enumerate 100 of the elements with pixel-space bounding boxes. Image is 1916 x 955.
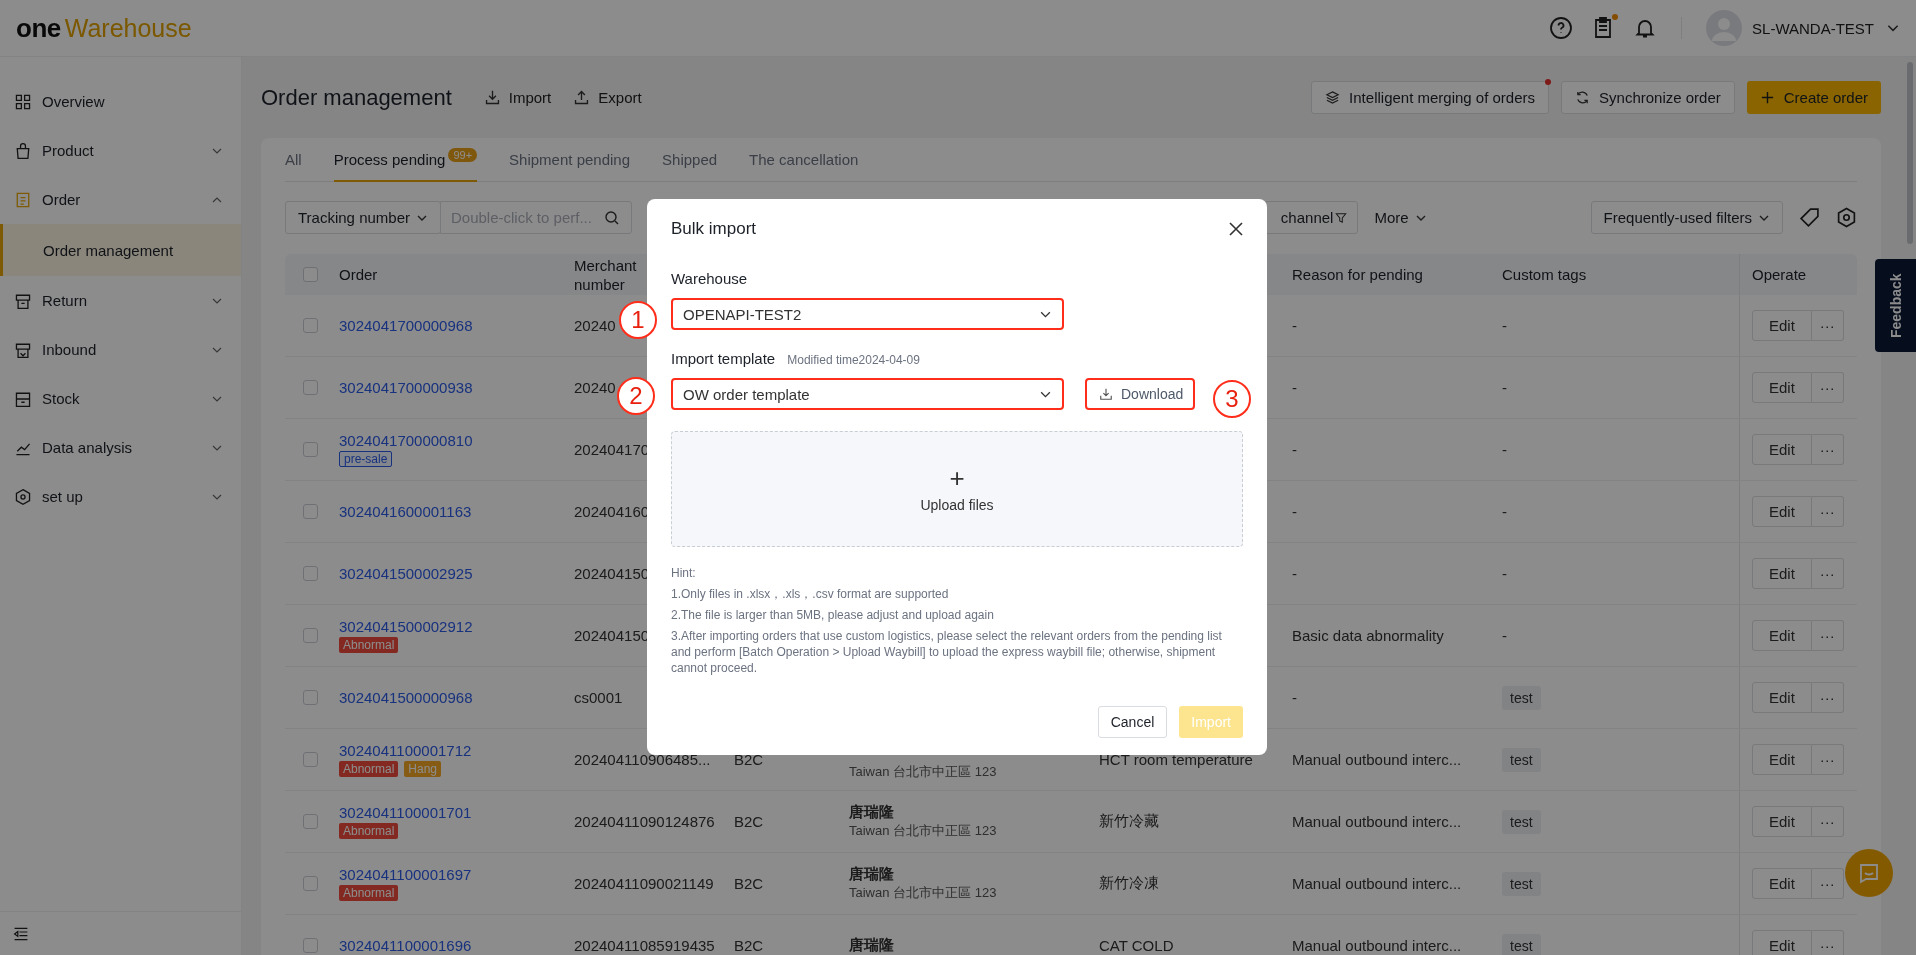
order-link[interactable]: 3024041700000810 bbox=[339, 432, 473, 449]
more-button[interactable]: ··· bbox=[1811, 372, 1844, 403]
order-link[interactable]: 3024041500002912 bbox=[339, 618, 473, 635]
nav-item[interactable]: Return bbox=[0, 276, 241, 325]
download-button[interactable]: Download bbox=[1085, 378, 1196, 410]
close-icon[interactable] bbox=[1228, 221, 1244, 237]
table-cell: 20240 bbox=[574, 317, 616, 334]
settings-icon[interactable] bbox=[1836, 207, 1857, 228]
frequent-filters-select[interactable]: Frequently-used filters bbox=[1590, 201, 1783, 234]
upload-icon bbox=[573, 89, 591, 106]
more-button[interactable]: ··· bbox=[1811, 930, 1844, 955]
chat-icon bbox=[1857, 861, 1881, 885]
import-button[interactable]: Import bbox=[483, 89, 552, 106]
edit-button[interactable]: Edit bbox=[1752, 868, 1812, 899]
create-order-button[interactable]: Create order bbox=[1746, 81, 1881, 114]
nav-subitem[interactable]: Order management bbox=[0, 224, 241, 276]
tab[interactable]: All bbox=[285, 138, 302, 182]
order-link[interactable]: 3024041700000968 bbox=[339, 317, 473, 334]
layers-icon bbox=[1325, 90, 1341, 105]
edit-button[interactable]: Edit bbox=[1752, 310, 1812, 341]
more-button[interactable]: ··· bbox=[1811, 434, 1844, 465]
collapse-icon[interactable] bbox=[13, 925, 29, 942]
checkbox[interactable] bbox=[302, 814, 318, 829]
synchronize-button[interactable]: Synchronize order bbox=[1561, 81, 1735, 114]
hint-text: 1.Only files in .xlsx，.xls，.csv format are supported bbox=[671, 586, 950, 602]
edit-button[interactable]: Edit bbox=[1752, 620, 1812, 651]
more-filters-button[interactable]: More bbox=[1370, 209, 1431, 226]
edit-button[interactable]: Edit bbox=[1752, 744, 1812, 775]
more-button[interactable]: ··· bbox=[1811, 682, 1844, 713]
tab[interactable]: The cancellation bbox=[749, 138, 859, 182]
count-badge: 99+ bbox=[448, 148, 478, 162]
order-link[interactable]: 3024041100001712 bbox=[339, 742, 472, 759]
order-link[interactable]: 3024041100001701 bbox=[339, 804, 472, 821]
column-header: Order bbox=[338, 265, 379, 284]
checkbox[interactable] bbox=[302, 752, 318, 767]
table-cell: - bbox=[1502, 565, 1507, 582]
more-button[interactable]: ··· bbox=[1811, 806, 1844, 837]
nav-item[interactable]: Inbound bbox=[0, 325, 241, 374]
more-button[interactable]: ··· bbox=[1811, 620, 1844, 651]
edit-button[interactable]: Edit bbox=[1752, 558, 1812, 589]
user-name[interactable]: SL-WANDA-TEST bbox=[1752, 19, 1874, 37]
more-button[interactable]: ··· bbox=[1811, 744, 1844, 775]
filter-icon bbox=[1335, 211, 1348, 224]
nav-item[interactable]: Product bbox=[0, 126, 241, 175]
nav-item[interactable]: set up bbox=[0, 472, 241, 521]
edit-button[interactable]: Edit bbox=[1752, 372, 1812, 403]
hint-title: Hint: bbox=[671, 565, 697, 581]
more-button[interactable]: ··· bbox=[1811, 496, 1844, 527]
export-button[interactable]: Export bbox=[573, 89, 642, 106]
nav-item[interactable]: Data analysis bbox=[0, 423, 241, 472]
more-button[interactable]: ··· bbox=[1811, 868, 1844, 899]
status-tag: Abnormal bbox=[339, 885, 399, 901]
feedback-tab[interactable]: Feedback bbox=[1875, 259, 1916, 352]
checkbox[interactable] bbox=[302, 380, 318, 395]
table-cell: B2C bbox=[734, 813, 764, 830]
order-link[interactable]: 3024041100001696 bbox=[339, 937, 472, 954]
edit-button[interactable]: Edit bbox=[1752, 806, 1812, 837]
tab[interactable]: Shipped bbox=[662, 138, 718, 182]
warehouse-select[interactable]: OPENAPI-TEST2 bbox=[671, 298, 1064, 330]
logo-text: one bbox=[16, 12, 61, 44]
order-link[interactable]: 3024041100001697 bbox=[339, 866, 472, 883]
order-link[interactable]: 3024041500000968 bbox=[339, 689, 473, 706]
nav-item[interactable]: Order bbox=[0, 175, 241, 224]
table-cell: - bbox=[1502, 503, 1507, 520]
hint-text: 3.After importing orders that use custom logistics, please select the relevant orders from the pending list and perform [Batch Operation > Upload Waybill] to upload the express waybill file; otherwise, shipment cannot proceed. bbox=[671, 628, 1223, 676]
edit-button[interactable]: Edit bbox=[1752, 434, 1812, 465]
more-button[interactable]: ··· bbox=[1811, 558, 1844, 589]
nav-item[interactable]: Stock bbox=[0, 374, 241, 423]
help-icon[interactable] bbox=[1549, 16, 1574, 40]
tab[interactable]: Process pending 99+ bbox=[333, 138, 478, 182]
consignee-name: 唐瑞隆 bbox=[849, 936, 894, 955]
template-select[interactable]: OW order template bbox=[671, 378, 1064, 410]
edit-button[interactable]: Edit bbox=[1752, 930, 1812, 955]
tag-icon[interactable] bbox=[1799, 207, 1820, 228]
checkbox[interactable] bbox=[302, 318, 318, 333]
checkbox[interactable] bbox=[302, 876, 318, 891]
checkbox[interactable] bbox=[302, 690, 318, 705]
checkbox[interactable] bbox=[302, 442, 318, 457]
more-button[interactable]: ··· bbox=[1811, 310, 1844, 341]
edit-button[interactable]: Edit bbox=[1752, 682, 1812, 713]
order-link[interactable]: 3024041600001163 bbox=[339, 503, 472, 520]
checkbox[interactable] bbox=[302, 267, 318, 282]
tab[interactable]: Shipment pending bbox=[509, 138, 631, 182]
merge-orders-button[interactable]: Intelligent merging of orders bbox=[1311, 81, 1550, 114]
upload-area[interactable]: + Upload files bbox=[671, 431, 1243, 547]
checkbox[interactable] bbox=[302, 566, 318, 581]
cancel-button[interactable]: Cancel bbox=[1097, 706, 1168, 738]
order-link[interactable]: 3024041500002925 bbox=[339, 565, 473, 582]
consignee-name: 唐瑞隆 bbox=[849, 803, 894, 822]
nav-item[interactable]: Overview bbox=[0, 77, 241, 126]
table-cell: - bbox=[1292, 379, 1297, 396]
checkbox[interactable] bbox=[302, 504, 318, 519]
order-link[interactable]: 3024041700000938 bbox=[339, 379, 473, 396]
checkbox[interactable] bbox=[302, 938, 318, 953]
checkbox[interactable] bbox=[302, 628, 318, 643]
scrollbar[interactable] bbox=[1907, 62, 1913, 244]
plus-icon bbox=[1759, 90, 1775, 105]
download-icon bbox=[1099, 387, 1113, 401]
edit-button[interactable]: Edit bbox=[1752, 496, 1812, 527]
table-cell: B2C bbox=[734, 937, 764, 954]
